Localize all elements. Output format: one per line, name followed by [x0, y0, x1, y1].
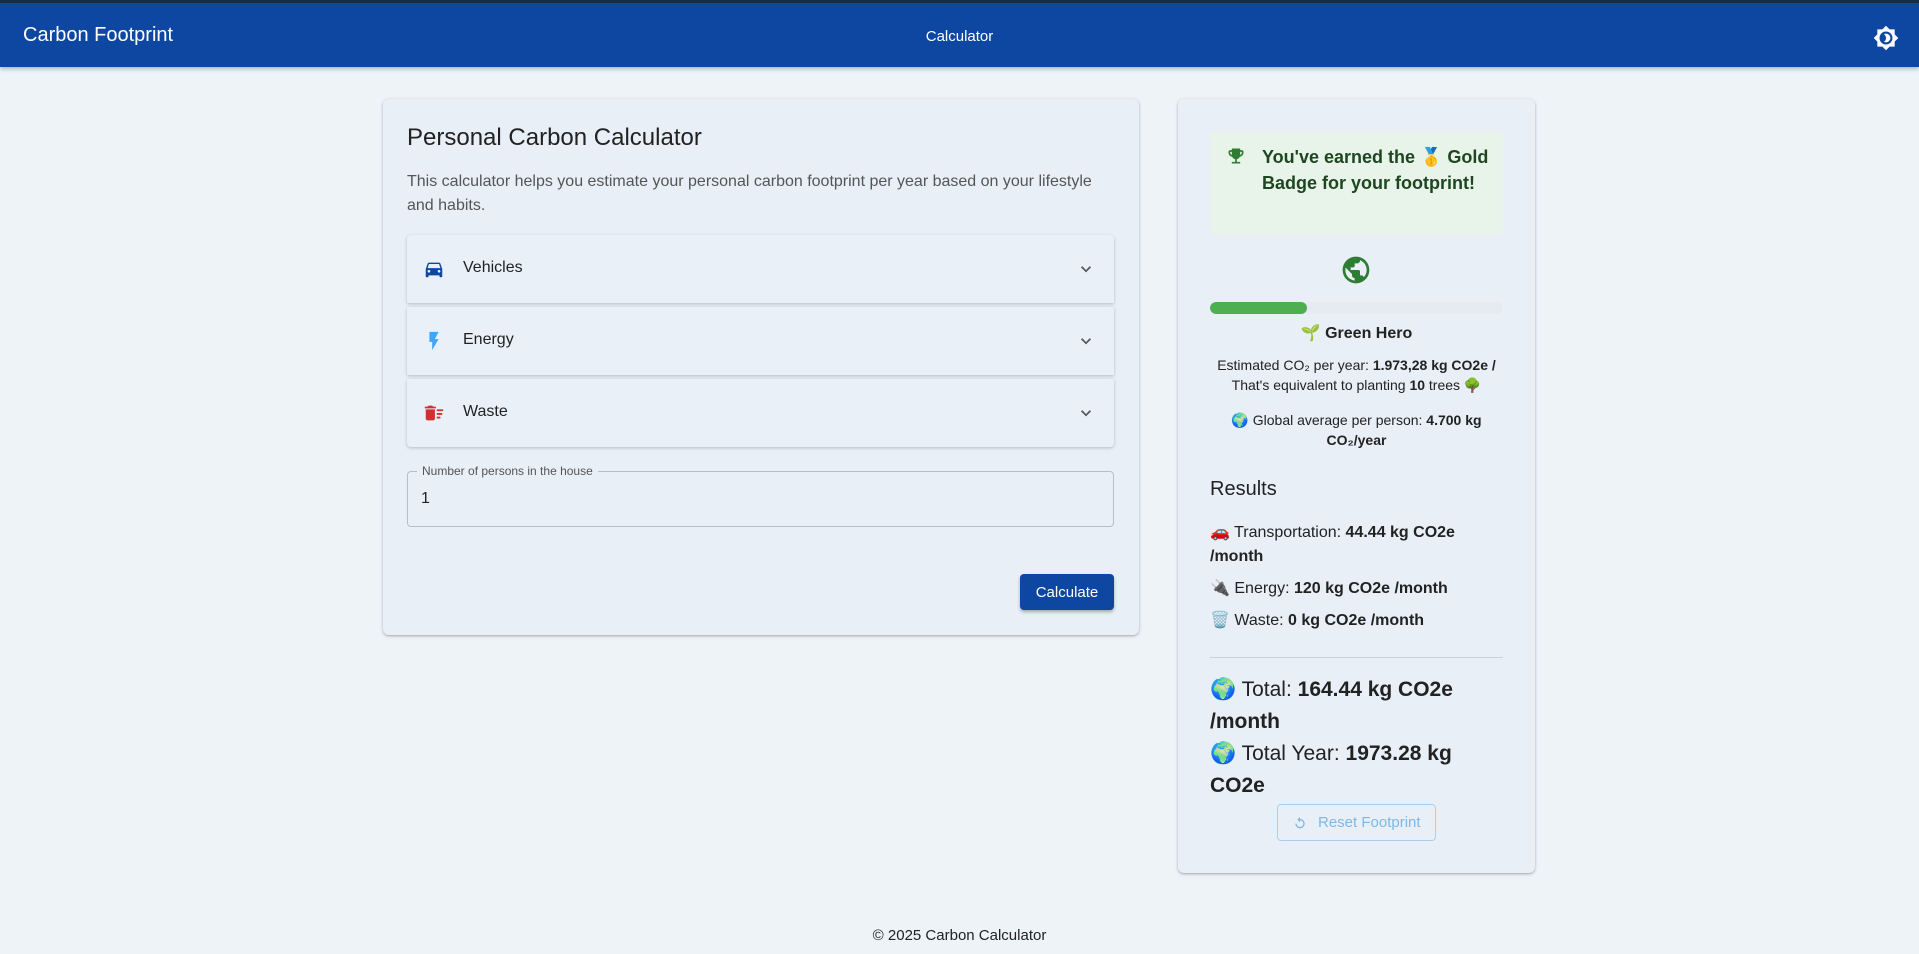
estimate-value: 1.973,28 kg CO2e / [1372, 357, 1496, 373]
progress-fill [1210, 302, 1307, 314]
level-name: 🌱 Green Hero [1300, 325, 1413, 342]
total-month: 🌍 Total: 164.44 kg CO2e /month [1210, 674, 1510, 738]
trees-count: 10 [1409, 377, 1426, 393]
footer-copyright: © 2025 Carbon Calculator [872, 927, 1047, 944]
results-title: Results [1210, 478, 1277, 500]
result-label: 🚗 Transportation: [1210, 524, 1346, 541]
accordion-label: Waste [463, 403, 508, 420]
persons-field: Number of persons in the house [407, 464, 1114, 527]
badge-text: You've earned the 🥇 Gold Badge for your … [1262, 147, 1489, 193]
nav-calculator-link[interactable]: Calculator [0, 28, 1919, 45]
brightness-icon[interactable] [1873, 25, 1899, 51]
calculator-title: Personal Carbon Calculator [407, 124, 702, 151]
persons-input[interactable] [408, 472, 1113, 526]
badge-alert: You've earned the 🥇 Gold Badge for your … [1210, 131, 1503, 235]
accordion-waste[interactable]: Waste [407, 379, 1114, 447]
calculator-description: This calculator helps you estimate your … [407, 173, 1092, 214]
app-bar: Carbon Footprint Calculator [0, 0, 1919, 67]
calculate-button[interactable]: Calculate [1020, 574, 1114, 610]
globe-icon [1340, 254, 1372, 286]
estimate-text: Estimated CO₂ per year: 1.973,28 kg CO2e… [1190, 355, 1523, 395]
accordion-vehicles[interactable]: Vehicles [407, 235, 1114, 303]
global-average-text: 🌍 Global average per person: 4.700 kg CO… [1218, 410, 1495, 450]
total-month-label: 🌍 Total: [1210, 678, 1298, 701]
chevron-down-icon [1076, 403, 1096, 423]
estimate-prefix: Estimated CO₂ per year: [1217, 357, 1373, 373]
result-label: 🔌 Energy: [1210, 580, 1294, 597]
divider [1210, 657, 1503, 658]
car-icon [423, 258, 445, 280]
trash-icon [423, 402, 445, 424]
result-energy: 🔌 Energy: 120 kg CO2e /month [1210, 577, 1510, 601]
accordion-label: Vehicles [463, 259, 523, 276]
global-average-prefix: 🌍 Global average per person: [1231, 412, 1427, 428]
lightning-icon [423, 330, 445, 352]
trophy-icon [1226, 146, 1246, 166]
equivalent-suffix: trees 🌳 [1425, 377, 1482, 393]
accordion-label: Energy [463, 331, 514, 348]
accordion-energy[interactable]: Energy [407, 307, 1114, 375]
reset-footprint-button[interactable]: Reset Footprint [1277, 804, 1436, 841]
result-label: 🗑️ Waste: [1210, 612, 1289, 629]
result-value: 120 kg CO2e /month [1293, 580, 1448, 597]
equivalent-prefix: That's equivalent to planting [1231, 377, 1410, 393]
chevron-down-icon [1076, 259, 1096, 279]
results-card: You've earned the 🥇 Gold Badge for your … [1178, 99, 1535, 873]
refresh-icon [1292, 815, 1308, 831]
calculator-card: Personal Carbon Calculator This calculat… [383, 99, 1139, 635]
total-year: 🌍 Total Year: 1973.28 kg CO2e [1210, 738, 1510, 802]
total-year-label: 🌍 Total Year: [1210, 742, 1346, 765]
result-value: 0 kg CO2e /month [1288, 612, 1425, 629]
chevron-down-icon [1076, 331, 1096, 351]
result-transportation: 🚗 Transportation: 44.44 kg CO2e /month [1210, 521, 1510, 569]
result-waste: 🗑️ Waste: 0 kg CO2e /month [1210, 609, 1510, 633]
reset-label: Reset Footprint [1318, 814, 1421, 831]
footprint-progress-bar [1210, 302, 1503, 314]
